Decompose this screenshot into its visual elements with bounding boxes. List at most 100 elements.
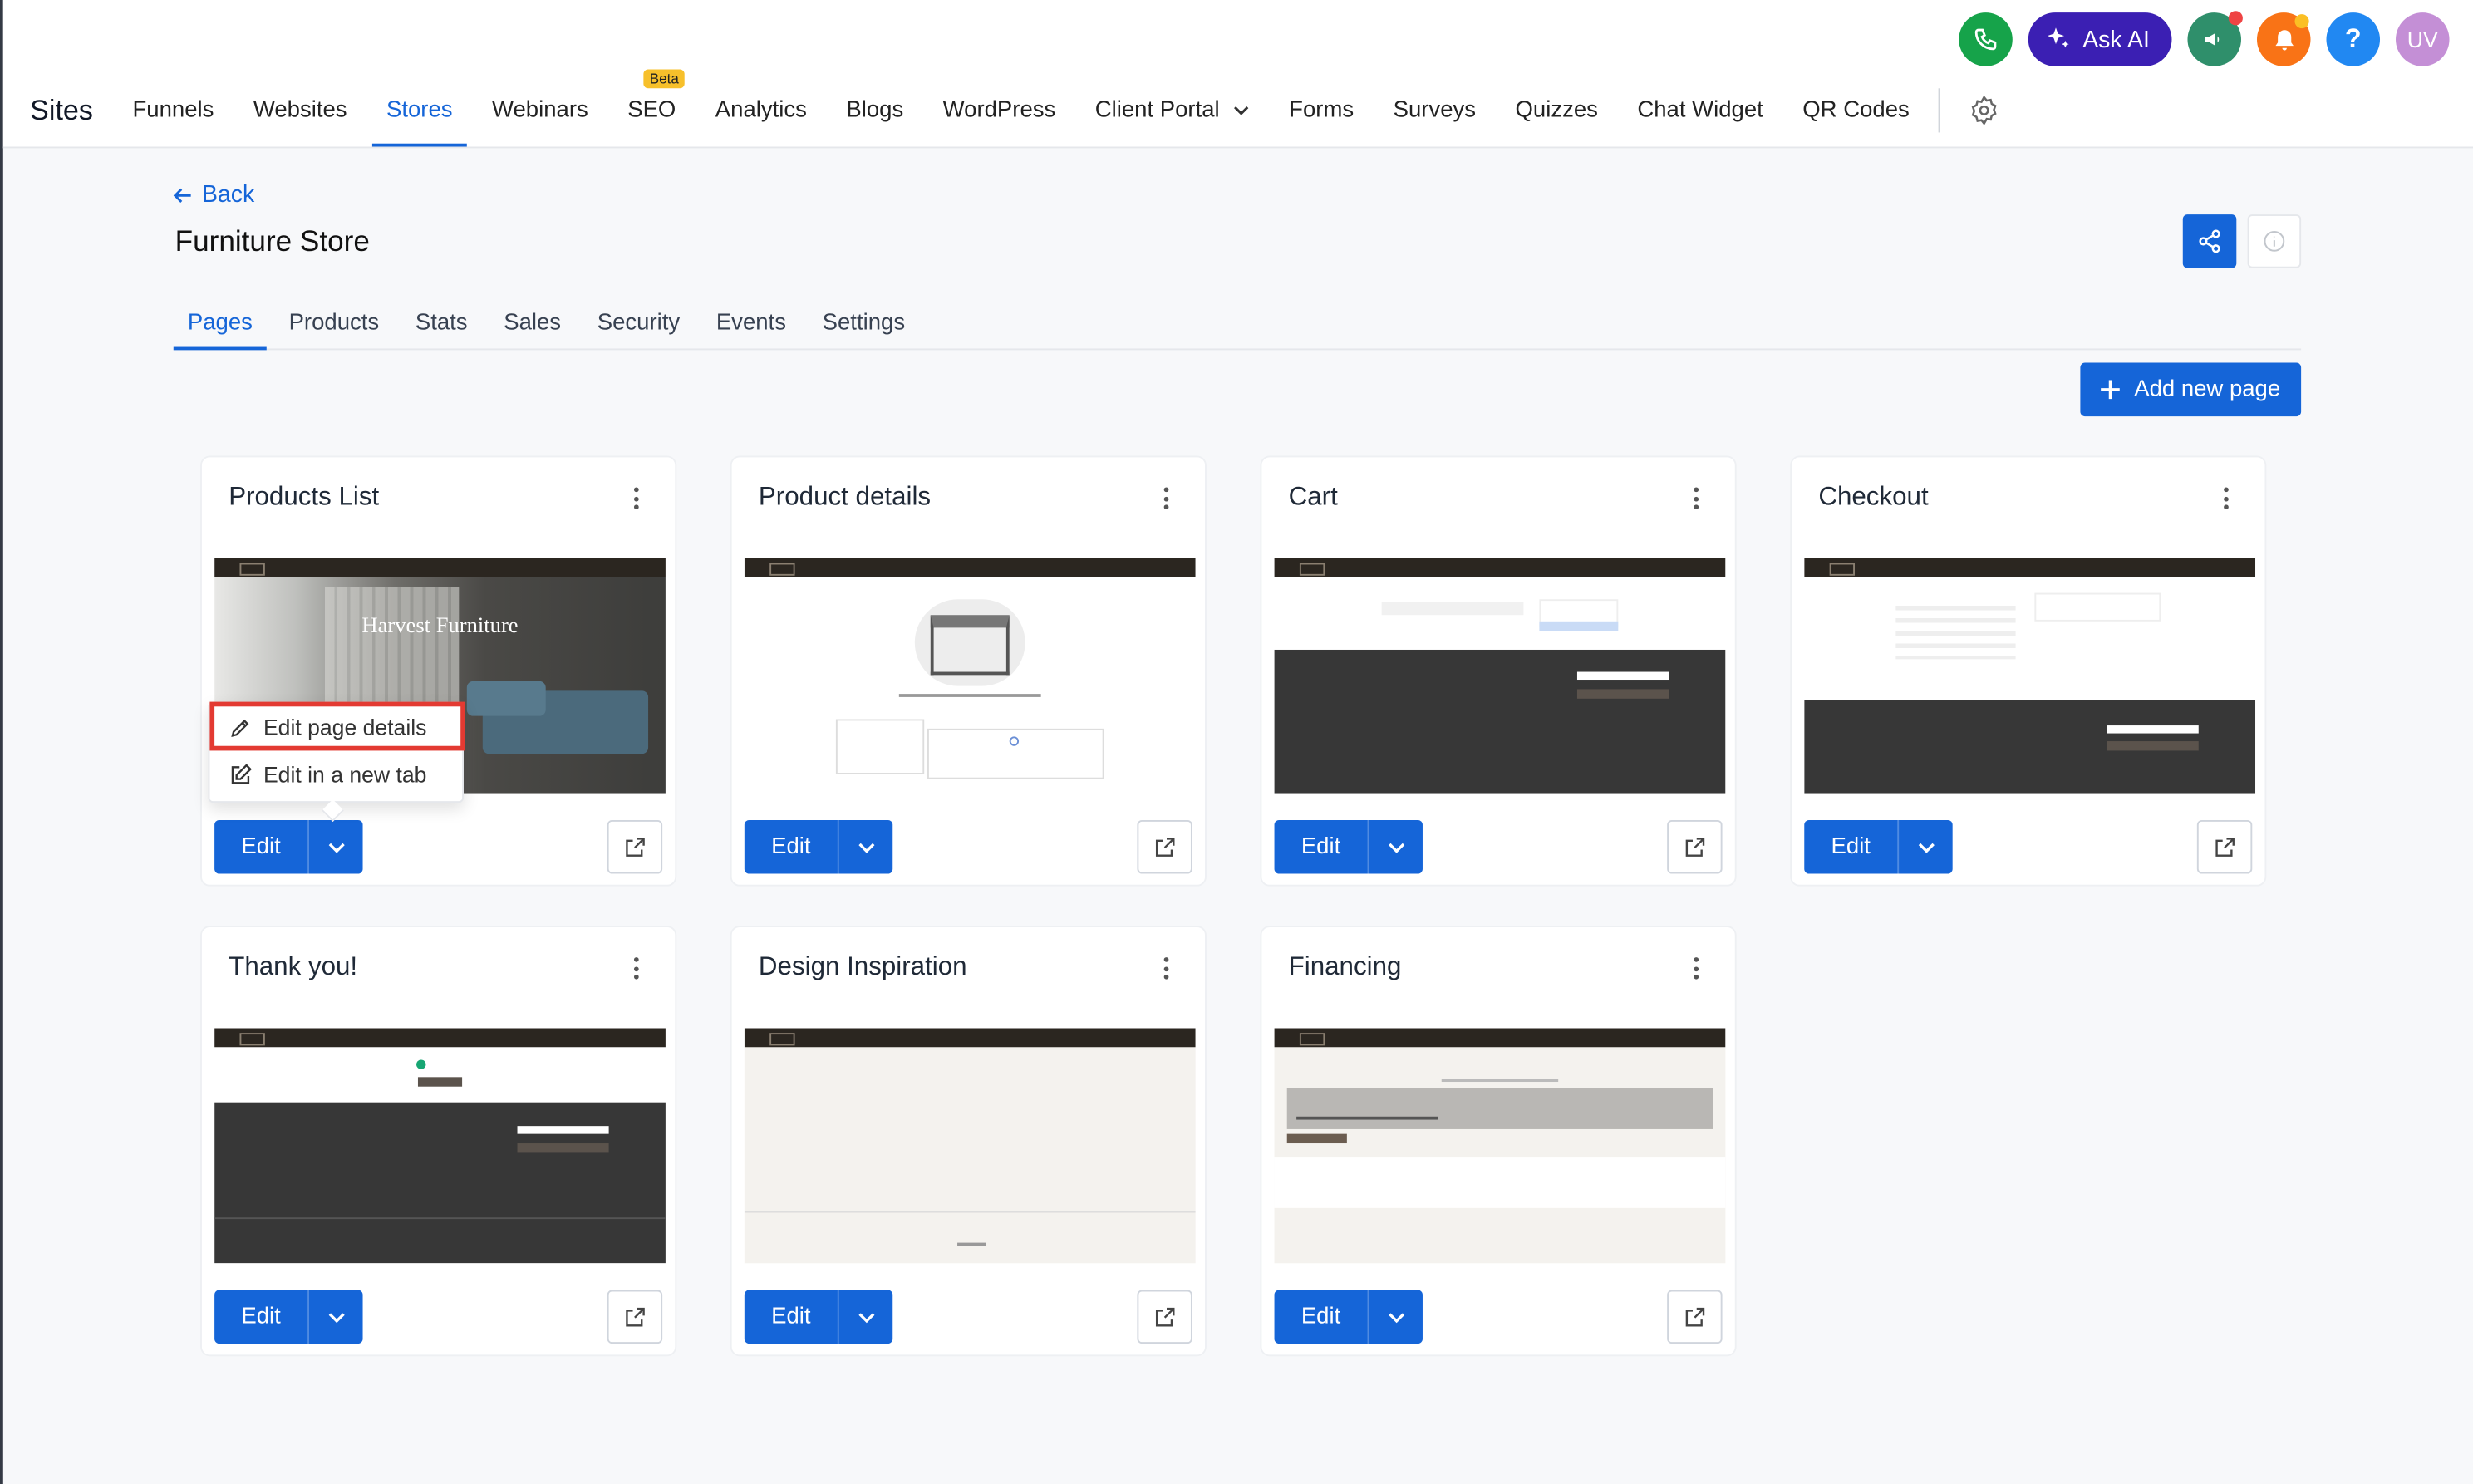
nav-stores[interactable]: Stores bbox=[371, 79, 467, 147]
menu-item-label: Edit in a new tab bbox=[263, 761, 427, 788]
page-preview-thumbnail[interactable] bbox=[1274, 558, 1726, 794]
edit-split-button[interactable]: Edit bbox=[1274, 1290, 1423, 1344]
nav-surveys[interactable]: Surveys bbox=[1394, 79, 1476, 142]
page-preview-thumbnail[interactable] bbox=[744, 1028, 1196, 1264]
external-link-icon bbox=[626, 837, 645, 856]
nav-seo[interactable]: SEO Beta bbox=[627, 69, 686, 142]
tab-settings[interactable]: Settings bbox=[809, 297, 920, 349]
tab-pages[interactable]: Pages bbox=[173, 297, 268, 351]
tab-products[interactable]: Products bbox=[274, 297, 393, 349]
edit-dropdown-toggle[interactable] bbox=[839, 820, 893, 874]
back-label: Back bbox=[201, 181, 255, 209]
open-preview-button[interactable] bbox=[1667, 1290, 1723, 1344]
nav-websites[interactable]: Websites bbox=[253, 79, 347, 142]
open-preview-button[interactable] bbox=[1137, 1290, 1192, 1344]
notification-dot bbox=[2294, 14, 2309, 29]
nav-chat-widget[interactable]: Chat Widget bbox=[1637, 79, 1763, 142]
megaphone-icon bbox=[2205, 32, 2220, 47]
avatar[interactable]: UV bbox=[2396, 12, 2450, 66]
main-nav: Sites Funnels Websites Stores Webinars S… bbox=[30, 69, 1999, 147]
add-new-page-button[interactable]: Add new page bbox=[2080, 362, 2302, 417]
open-preview-button[interactable] bbox=[607, 819, 663, 874]
edit-button[interactable]: Edit bbox=[214, 819, 310, 874]
nav-client-portal-label: Client Portal bbox=[1094, 97, 1220, 124]
edit-button[interactable]: Edit bbox=[214, 1290, 310, 1344]
tab-events[interactable]: Events bbox=[702, 297, 800, 349]
card-title: Products List bbox=[229, 482, 380, 511]
nav-blogs[interactable]: Blogs bbox=[846, 79, 903, 142]
help-icon: ? bbox=[2344, 23, 2362, 54]
nav-wordpress[interactable]: WordPress bbox=[943, 79, 1056, 142]
more-options-icon[interactable] bbox=[1154, 484, 1177, 513]
help-button[interactable]: ? bbox=[2326, 12, 2381, 66]
tab-stats[interactable]: Stats bbox=[401, 297, 482, 349]
card-title: Design Inspiration bbox=[758, 952, 967, 981]
beta-badge: Beta bbox=[643, 69, 686, 89]
open-preview-button[interactable] bbox=[2196, 819, 2253, 874]
page-card-cart: Cart Edit bbox=[1260, 455, 1737, 887]
open-preview-button[interactable] bbox=[1137, 819, 1192, 874]
more-options-icon[interactable] bbox=[2215, 484, 2237, 513]
page-preview-thumbnail[interactable] bbox=[214, 1028, 666, 1264]
announcements-button[interactable] bbox=[2187, 11, 2243, 66]
page-card-thank-you: Thank you! Edit bbox=[200, 926, 677, 1357]
more-options-icon[interactable] bbox=[1684, 954, 1707, 982]
edit-dropdown-toggle[interactable] bbox=[839, 1290, 893, 1344]
external-link-icon bbox=[1155, 1306, 1175, 1326]
avatar-initials: UV bbox=[2407, 27, 2438, 52]
edit-dropdown-toggle[interactable] bbox=[1369, 1290, 1423, 1344]
share-button[interactable] bbox=[2182, 214, 2237, 268]
notifications-button[interactable] bbox=[2256, 12, 2311, 66]
ask-ai-button[interactable]: Ask AI bbox=[2028, 12, 2172, 66]
edit-button[interactable]: Edit bbox=[745, 1290, 839, 1344]
edit-dropdown-toggle[interactable] bbox=[309, 820, 363, 874]
edit-split-button[interactable]: Edit bbox=[1274, 819, 1423, 874]
settings-gear-button[interactable] bbox=[1968, 95, 1999, 126]
nav-client-portal[interactable]: Client Portal bbox=[1095, 79, 1250, 142]
nav-forms[interactable]: Forms bbox=[1289, 79, 1354, 142]
chevron-down-icon bbox=[858, 842, 874, 853]
tab-security[interactable]: Security bbox=[583, 297, 695, 349]
open-preview-button[interactable] bbox=[607, 1290, 663, 1344]
more-options-icon[interactable] bbox=[625, 484, 647, 513]
nav-quizzes[interactable]: Quizzes bbox=[1515, 79, 1597, 142]
nav-webinars[interactable]: Webinars bbox=[492, 79, 588, 142]
tab-sales[interactable]: Sales bbox=[489, 297, 575, 349]
edit-dropdown-toggle[interactable] bbox=[309, 1290, 363, 1344]
page-card-design-inspiration: Design Inspiration Edit bbox=[730, 926, 1207, 1357]
annotation-highlight-box bbox=[209, 701, 465, 751]
page-tabs: Pages Products Stats Sales Security Even… bbox=[173, 297, 2302, 351]
more-options-icon[interactable] bbox=[1154, 954, 1177, 982]
page-preview-thumbnail[interactable] bbox=[1274, 1028, 1726, 1264]
nav-funnels[interactable]: Funnels bbox=[132, 79, 214, 142]
edit-button[interactable]: Edit bbox=[1804, 819, 1900, 874]
add-new-page-label: Add new page bbox=[2134, 376, 2281, 402]
back-link[interactable]: Back bbox=[173, 181, 255, 209]
info-button[interactable] bbox=[2247, 214, 2302, 268]
chevron-down-icon bbox=[1388, 1312, 1404, 1323]
card-title: Thank you! bbox=[229, 952, 358, 981]
page-preview-thumbnail[interactable] bbox=[1804, 558, 2256, 794]
edit-dropdown-toggle[interactable] bbox=[1899, 820, 1953, 874]
edit-split-button[interactable]: Edit bbox=[1804, 819, 1953, 874]
edit-split-button[interactable]: Edit bbox=[214, 819, 363, 874]
edit-button[interactable]: Edit bbox=[1275, 819, 1369, 874]
edit-dropdown-toggle[interactable] bbox=[1369, 820, 1423, 874]
phone-button[interactable] bbox=[1959, 12, 2013, 66]
edit-split-button[interactable]: Edit bbox=[214, 1290, 363, 1344]
edit-split-button[interactable]: Edit bbox=[744, 819, 893, 874]
edit-button[interactable]: Edit bbox=[1275, 1290, 1369, 1344]
card-title: Financing bbox=[1288, 952, 1402, 981]
more-options-icon[interactable] bbox=[625, 954, 647, 982]
open-preview-button[interactable] bbox=[1667, 819, 1723, 874]
ask-ai-label: Ask AI bbox=[2082, 26, 2150, 53]
menu-item-edit-in-new-tab[interactable]: Edit in a new tab bbox=[229, 762, 426, 787]
edit-button[interactable]: Edit bbox=[745, 819, 839, 874]
card-title: Checkout bbox=[1818, 482, 1929, 511]
more-options-icon[interactable] bbox=[1684, 484, 1707, 513]
page-preview-thumbnail[interactable] bbox=[744, 558, 1196, 794]
nav-qr-codes[interactable]: QR Codes bbox=[1802, 79, 1909, 142]
phone-icon bbox=[1975, 28, 1998, 51]
nav-analytics[interactable]: Analytics bbox=[715, 79, 807, 142]
edit-split-button[interactable]: Edit bbox=[744, 1290, 893, 1344]
